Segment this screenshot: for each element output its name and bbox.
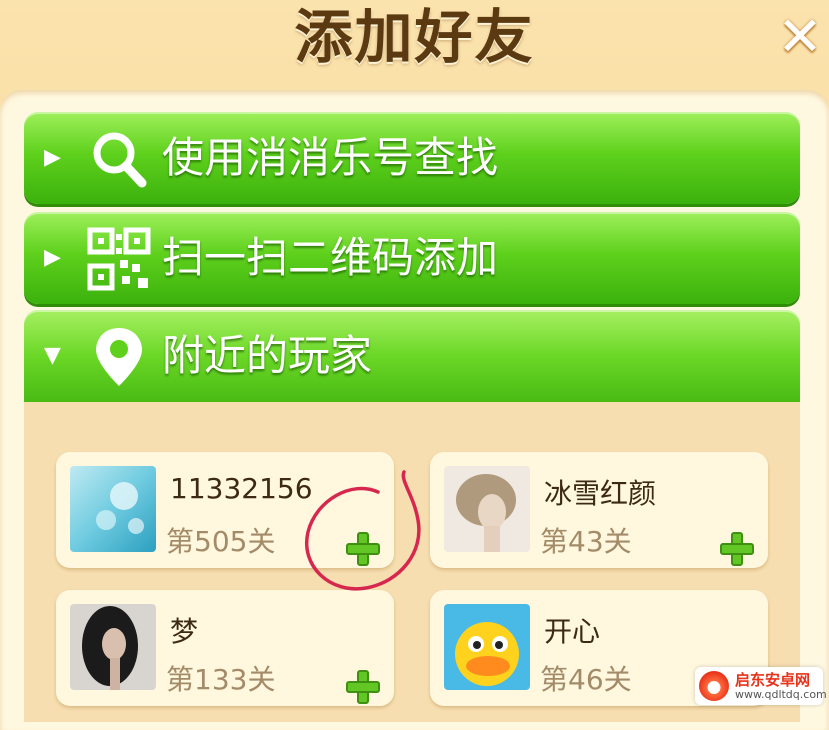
search-by-id-option[interactable]: ▶ 使用消消乐号查找 xyxy=(24,112,800,204)
player-level: 第505关 xyxy=(166,525,276,558)
avatar xyxy=(70,604,156,690)
player-card[interactable]: 梦 第133关 xyxy=(56,590,394,706)
close-icon[interactable]: ✕ xyxy=(777,10,823,64)
qr-code-icon xyxy=(87,227,151,291)
watermark: 启东安卓网 www.qdltdq.com xyxy=(695,667,827,705)
nearby-players-option[interactable]: ▼ 附近的玩家 xyxy=(24,310,800,402)
nearby-players-label: 附近的玩家 xyxy=(162,331,373,380)
scan-qr-option[interactable]: ▶ 扫一扫二维码添加 xyxy=(24,212,800,304)
player-level: 第43关 xyxy=(540,525,632,558)
player-level: 第133关 xyxy=(166,663,276,696)
expanded-arrow-icon: ▼ xyxy=(44,343,61,368)
watermark-logo-icon xyxy=(699,671,729,701)
collapsed-arrow-icon: ▶ xyxy=(44,245,61,270)
player-card[interactable]: 冰雪红颜 第43关 xyxy=(430,452,768,568)
add-friend-icon[interactable] xyxy=(720,532,754,566)
player-card[interactable]: 11332156 第505关 xyxy=(56,452,394,568)
avatar xyxy=(444,466,530,552)
scan-qr-label: 扫一扫二维码添加 xyxy=(162,233,499,282)
player-name: 开心 xyxy=(544,615,601,648)
search-icon xyxy=(93,132,147,188)
avatar xyxy=(70,466,156,552)
watermark-url: www.qdltdq.com xyxy=(735,688,827,701)
add-friend-icon[interactable] xyxy=(346,532,380,566)
player-level: 第46关 xyxy=(540,663,632,696)
avatar xyxy=(444,604,530,690)
dialog-title: 添加好友 xyxy=(294,3,535,71)
player-name: 11332156 xyxy=(170,472,313,505)
add-friend-icon[interactable] xyxy=(346,670,380,704)
search-by-id-label: 使用消消乐号查找 xyxy=(162,133,499,182)
player-name: 冰雪红颜 xyxy=(544,477,657,510)
collapsed-arrow-icon: ▶ xyxy=(44,145,61,170)
watermark-title: 启东安卓网 xyxy=(735,671,811,689)
player-name: 梦 xyxy=(170,615,199,648)
location-pin-icon xyxy=(96,328,142,386)
